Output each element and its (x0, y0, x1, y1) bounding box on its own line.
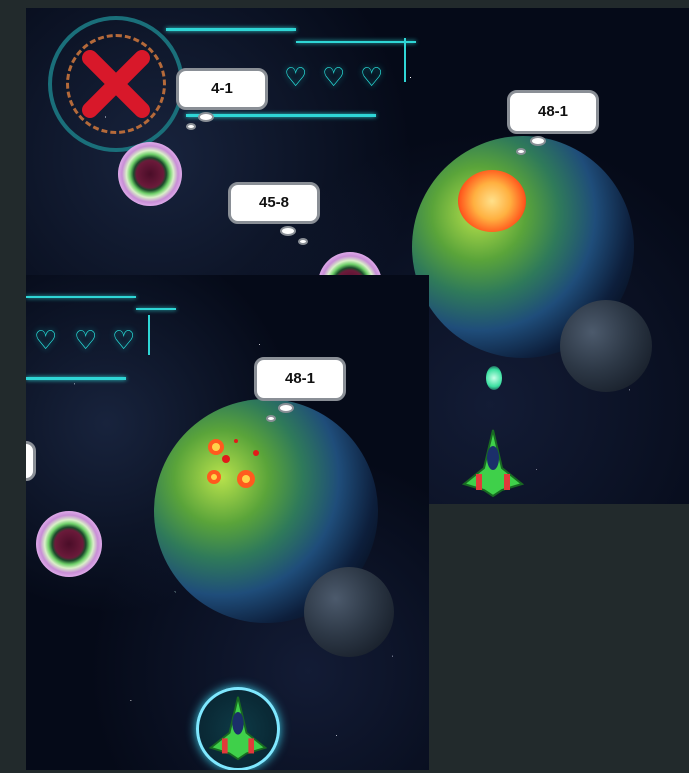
moon (304, 567, 394, 657)
bubble-puff (516, 148, 526, 155)
quit-button[interactable] (76, 44, 156, 124)
answer-bubble[interactable]: 48-1 (507, 90, 599, 134)
spaceship-icon (208, 695, 268, 761)
bubble-puff (198, 112, 214, 122)
heart-icon: ♡ (360, 62, 384, 92)
bubble-puff (530, 136, 546, 146)
x-icon (82, 50, 150, 118)
game-panel-bottom: ♡ ♡ ♡ 48-1 (26, 275, 429, 770)
laser-bullet (486, 366, 502, 390)
bubble-puff (278, 403, 294, 413)
moon (560, 300, 652, 392)
answer-bubble[interactable]: 45-8 (228, 182, 320, 224)
hud-line (296, 41, 416, 43)
hud-bracket (404, 38, 412, 82)
hud-bracket (148, 315, 156, 355)
bubble-puff (280, 226, 296, 236)
spaceship-icon (461, 428, 525, 498)
hud-line (186, 114, 376, 117)
target-orb[interactable] (118, 142, 182, 206)
hud-line (26, 377, 126, 380)
target-orb[interactable] (36, 511, 102, 577)
answer-bubble-partial[interactable] (26, 441, 36, 481)
explosion-icon (458, 170, 526, 232)
heart-icon: ♡ (322, 62, 346, 92)
hud-line (26, 296, 136, 298)
heart-icon: ♡ (284, 62, 308, 92)
hud-line (166, 28, 296, 31)
bubble-puff (266, 415, 276, 422)
bubble-puff (186, 123, 196, 130)
heart-icon: ♡ (112, 325, 136, 355)
heart-icon: ♡ (74, 325, 98, 355)
answer-bubble[interactable]: 4-1 (176, 68, 268, 110)
hud-line (136, 308, 176, 310)
heart-icon: ♡ (34, 325, 58, 355)
bubble-puff (298, 238, 308, 245)
answer-bubble[interactable]: 48-1 (254, 357, 346, 401)
explosion-icon (206, 435, 268, 495)
